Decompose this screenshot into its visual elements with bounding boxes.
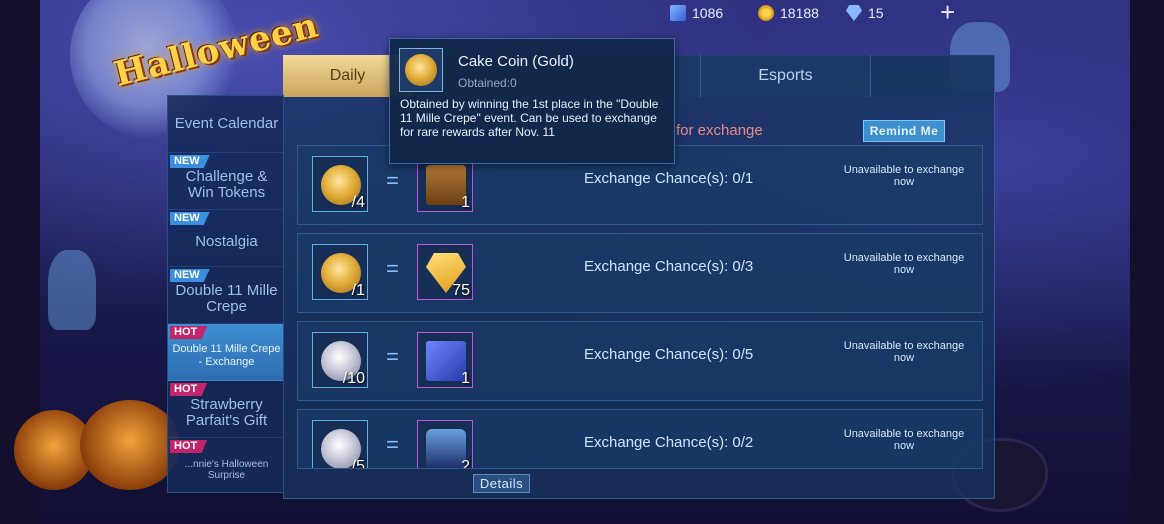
exchange-chance: Exchange Chance(s): 0/3 (584, 258, 754, 275)
sidebar-item-challenge[interactable]: NEW Challenge & Win Tokens (168, 153, 283, 210)
exchange-status: Unavailable to exchange now (843, 252, 965, 276)
sidebar-item-halloween-surprise[interactable]: HOT ...nnie's Halloween Surprise (168, 438, 283, 492)
battle-points-icon (758, 5, 774, 21)
exchange-chance: Exchange Chance(s): 0/1 (584, 170, 754, 187)
exchange-chance: Exchange Chance(s): 0/2 (584, 434, 754, 451)
battle-points-counter[interactable]: 18188 (758, 4, 819, 22)
notice-text: for exchange (676, 122, 763, 139)
exchange-row: /10 = 1 Exchange Chance(s): 0/5 Unavaila… (297, 321, 983, 401)
cost-quantity: /10 (342, 370, 365, 387)
cost-slot[interactable]: /5 (312, 420, 368, 469)
ticket-counter[interactable]: 1086 (670, 4, 723, 22)
event-sidebar: Event Calendar NEW Challenge & Win Token… (167, 95, 284, 493)
reward-slot[interactable]: 1 (417, 332, 473, 388)
exchange-status: Unavailable to exchange now (843, 340, 965, 364)
new-badge: NEW (170, 155, 210, 168)
exchange-row: /1 = 75 Exchange Chance(s): 0/3 Unavaila… (297, 233, 983, 313)
remind-me-button[interactable]: Remind Me (863, 120, 945, 142)
new-badge: NEW (170, 269, 210, 282)
cost-quantity: /5 (351, 458, 365, 469)
reward-slot[interactable]: 75 (417, 244, 473, 300)
sidebar-item-mille-crepe[interactable]: NEW Double 11 Mille Crepe (168, 267, 283, 324)
diamond-counter[interactable]: 15 (846, 4, 884, 22)
new-badge: NEW (170, 212, 210, 225)
details-button[interactable]: Details (473, 474, 530, 493)
sidebar-item-mille-crepe-exchange[interactable]: HOT Double 11 Mille Crepe - Exchange (168, 324, 283, 381)
ticket-icon (670, 5, 686, 21)
cost-quantity: /1 (351, 282, 365, 299)
sidebar-item-strawberry-parfait[interactable]: HOT Strawberry Parfait's Gift (168, 381, 283, 438)
reward-quantity: 2 (461, 458, 470, 469)
cost-slot[interactable]: /10 (312, 332, 368, 388)
tree-decoration (1130, 0, 1164, 524)
hot-badge: HOT (170, 326, 208, 339)
sidebar-item-nostalgia[interactable]: NEW Nostalgia (168, 210, 283, 267)
exchange-chance: Exchange Chance(s): 0/5 (584, 346, 754, 363)
item-tooltip: Cake Coin (Gold) Obtained:0 Obtained by … (389, 38, 675, 164)
ticket-count: 1086 (692, 5, 724, 21)
reward-slot[interactable]: 1 (417, 156, 473, 212)
tooltip-item-frame (399, 48, 443, 92)
sidebar-item-label: Event Calendar (174, 115, 279, 132)
skin-icon (426, 429, 466, 468)
chest-icon (426, 165, 466, 205)
tooltip-obtained: Obtained:0 (458, 76, 517, 90)
sidebar-item-label: Nostalgia (195, 233, 258, 250)
equals-icon: = (386, 344, 399, 369)
reward-slot[interactable]: 2 (417, 420, 473, 469)
cost-slot[interactable]: /4 (312, 156, 368, 212)
equals-icon: = (386, 168, 399, 193)
sidebar-item-label: ...nnie's Halloween Surprise (184, 459, 269, 481)
giftbox-icon (426, 341, 466, 381)
equals-icon: = (386, 256, 399, 281)
tooltip-description: Obtained by winning the 1st place in the… (400, 97, 659, 139)
exchange-status: Unavailable to exchange now (843, 164, 965, 188)
top-up-plus-icon[interactable]: + (940, 0, 955, 25)
hot-badge: HOT (170, 440, 208, 453)
equals-icon: = (386, 432, 399, 457)
hot-badge: HOT (170, 383, 208, 396)
diamond-count: 15 (868, 5, 884, 21)
sidebar-item-event-calendar[interactable]: Event Calendar (168, 96, 283, 153)
cost-quantity: /4 (351, 194, 365, 211)
reward-quantity: 1 (461, 370, 470, 387)
tab-bar-filler (871, 55, 995, 97)
tab-esports[interactable]: Esports (701, 55, 871, 97)
exchange-row: /5 = 2 Exchange Chance(s): 0/2 Unavailab… (297, 409, 983, 469)
reward-quantity: 1 (461, 194, 470, 211)
pumpkin-decoration (80, 400, 180, 490)
cake-coin-gold-icon (405, 54, 437, 86)
ghost-decoration (48, 250, 96, 330)
cost-slot[interactable]: /1 (312, 244, 368, 300)
tooltip-title: Cake Coin (Gold) (458, 53, 574, 70)
reward-quantity: 75 (452, 282, 470, 299)
sidebar-item-label: Double 11 Mille Crepe - Exchange (172, 343, 281, 368)
battle-points-count: 18188 (780, 5, 819, 21)
exchange-status: Unavailable to exchange now (843, 428, 965, 452)
diamond-icon (846, 5, 862, 21)
